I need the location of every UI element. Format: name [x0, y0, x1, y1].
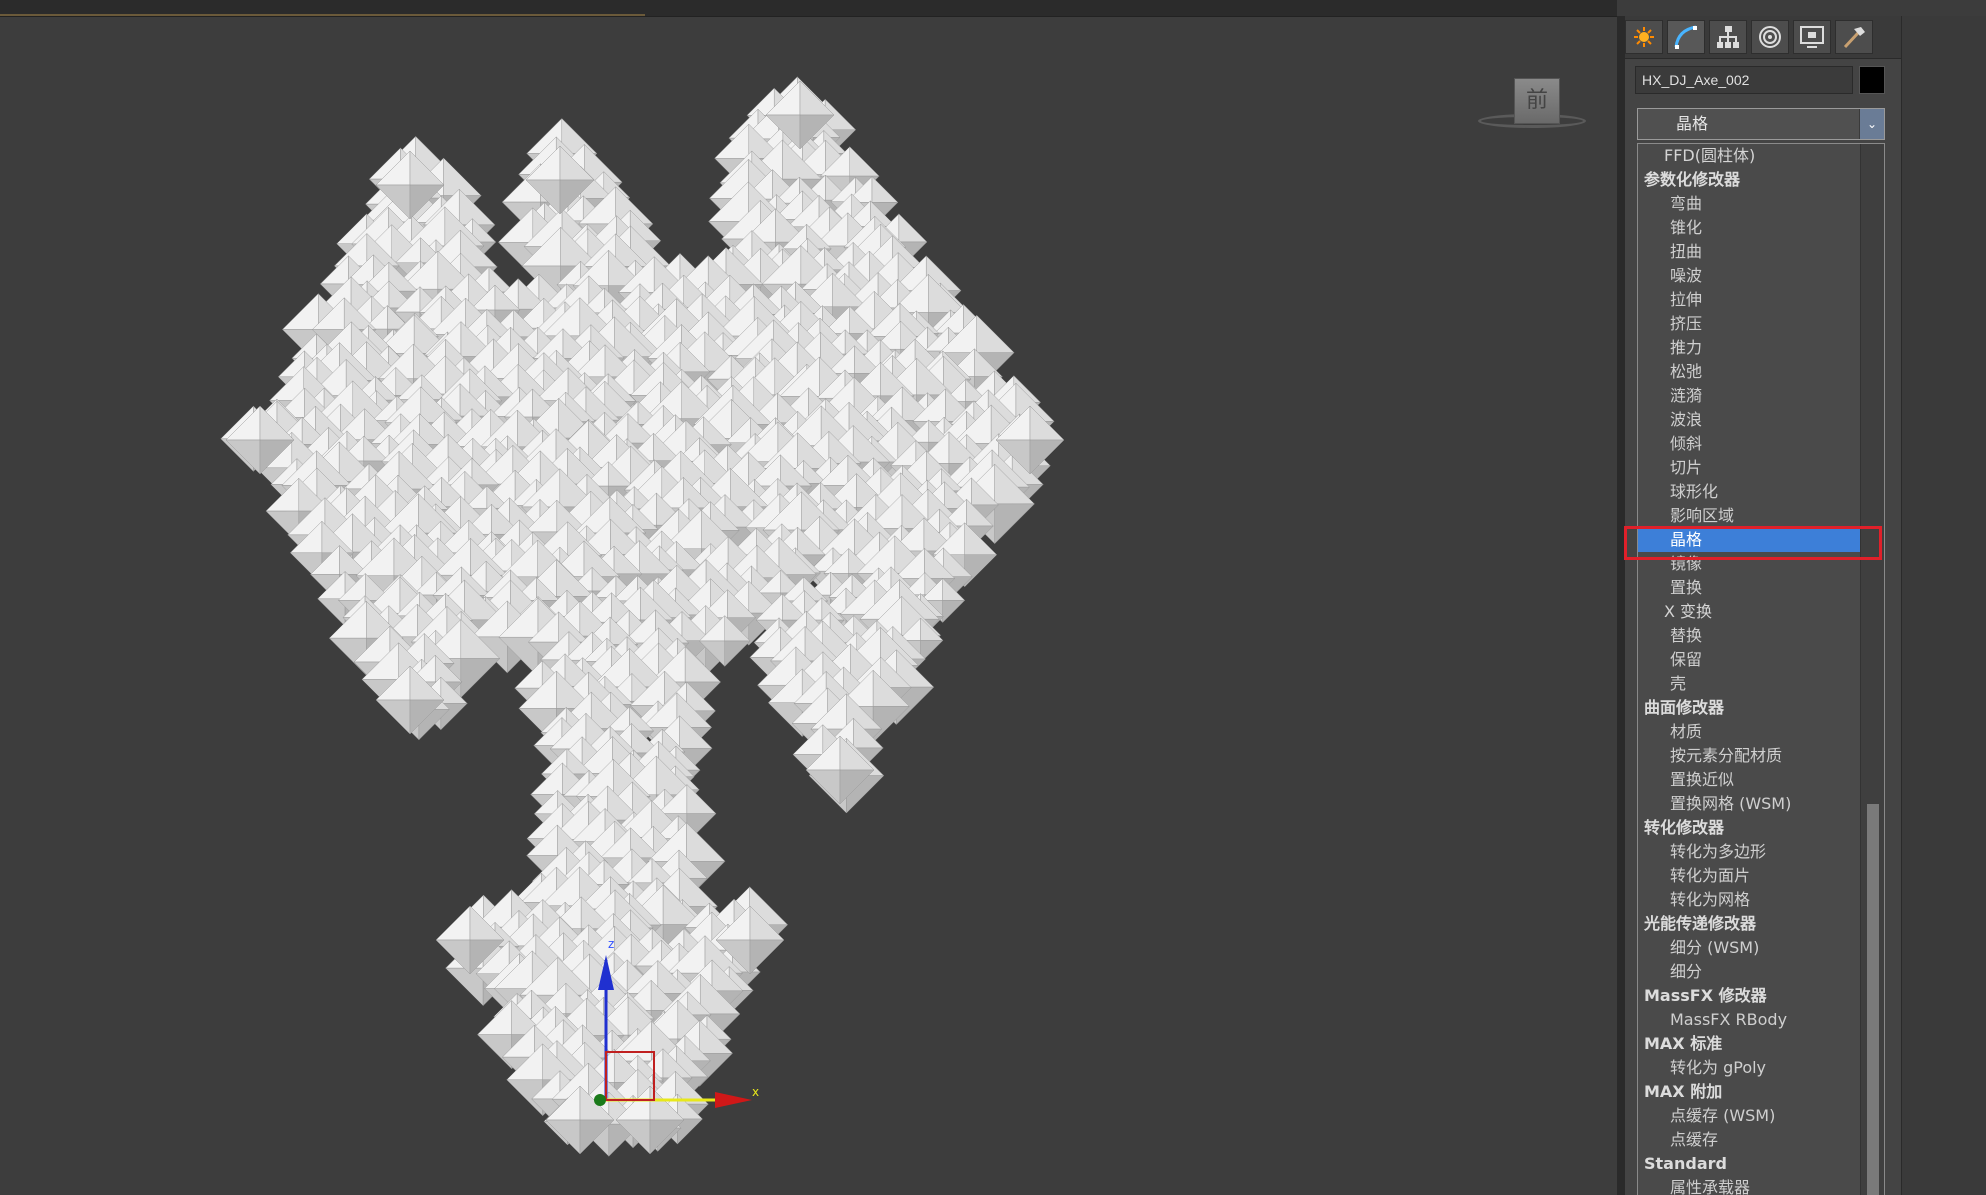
- tab-display[interactable]: [1793, 20, 1831, 54]
- modifier-item[interactable]: 置换网格 (WSM): [1638, 792, 1884, 816]
- z-axis-label: z: [608, 937, 614, 951]
- display-icon: [1800, 26, 1824, 48]
- modifier-list-dropdown[interactable]: 晶格 ⌄: [1637, 108, 1885, 140]
- modifier-item[interactable]: X 变换: [1638, 600, 1884, 624]
- list-scrollbar[interactable]: [1860, 144, 1884, 1195]
- modifier-item[interactable]: 壳: [1638, 672, 1884, 696]
- create-icon: [1634, 27, 1654, 47]
- modifier-item[interactable]: 转化为多边形: [1638, 840, 1884, 864]
- x-axis-arrow[interactable]: [715, 1092, 752, 1108]
- utilities-icon: [1843, 27, 1865, 49]
- modifier-item[interactable]: 噪波: [1638, 264, 1884, 288]
- modifier-category: Standard: [1644, 1154, 1727, 1173]
- tab-motion[interactable]: [1751, 20, 1789, 54]
- modifier-item[interactable]: 转化为面片: [1638, 864, 1884, 888]
- tab-utilities[interactable]: [1835, 20, 1873, 54]
- object-name-field[interactable]: HX_DJ_Axe_002: [1635, 66, 1853, 94]
- modifier-category: 参数化修改器: [1644, 170, 1741, 189]
- modifier-item[interactable]: 波浪: [1638, 408, 1884, 432]
- viewcube-front-face[interactable]: 前: [1514, 78, 1560, 124]
- modify-icon: [1674, 25, 1697, 49]
- modifier-category: MAX 标准: [1644, 1034, 1723, 1053]
- x-axis-label: x: [752, 1085, 759, 1099]
- hierarchy-icon: [1717, 26, 1739, 48]
- modifier-item[interactable]: 细分: [1638, 960, 1884, 984]
- modifier-item[interactable]: MassFX RBody: [1638, 1008, 1884, 1032]
- motion-icon: [1759, 26, 1781, 48]
- viewcube[interactable]: 前: [1478, 74, 1590, 136]
- modifier-item[interactable]: 推力: [1638, 336, 1884, 360]
- modifier-item[interactable]: 晶格: [1638, 528, 1884, 552]
- modifier-list[interactable]: FFD(圆柱体) 参数化修改器弯曲 锥化 扭曲 噪波 拉伸 挤压 推力 松弛 涟漪 波浪 倾斜 切片 球形…: [1637, 143, 1885, 1195]
- modifier-item[interactable]: 拉伸: [1638, 288, 1884, 312]
- command-panel-tabs: [1625, 16, 1901, 59]
- modifier-item[interactable]: 置换近似: [1638, 768, 1884, 792]
- modifier-item[interactable]: 松弛: [1638, 360, 1884, 384]
- modifier-item[interactable]: 扭曲: [1638, 240, 1884, 264]
- modifier-category: 转化修改器: [1644, 818, 1725, 837]
- right-side-panel: [1901, 16, 1986, 1195]
- tab-hierarchy[interactable]: [1709, 20, 1747, 54]
- chevron-down-icon[interactable]: ⌄: [1859, 109, 1884, 139]
- modifier-item[interactable]: 材质: [1638, 720, 1884, 744]
- panel-divider[interactable]: [1617, 16, 1625, 1195]
- modifier-item[interactable]: 涟漪: [1638, 384, 1884, 408]
- modifier-item[interactable]: 保留: [1638, 648, 1884, 672]
- modifier-item[interactable]: 细分 (WSM): [1638, 936, 1884, 960]
- modifier-item[interactable]: 按元素分配材质: [1638, 744, 1884, 768]
- modifier-item[interactable]: 锥化: [1638, 216, 1884, 240]
- dropdown-selected-value: 晶格: [1676, 114, 1709, 133]
- modifier-category: 光能传递修改器: [1644, 914, 1757, 933]
- object-color-swatch[interactable]: [1859, 66, 1885, 94]
- modifier-item[interactable]: 挤压: [1638, 312, 1884, 336]
- modifier-item[interactable]: 属性承载器: [1638, 1176, 1884, 1195]
- modifier-item[interactable]: 弯曲: [1638, 192, 1884, 216]
- tab-modify[interactable]: [1667, 20, 1705, 54]
- modifier-item[interactable]: 点缓存 (WSM): [1638, 1104, 1884, 1128]
- modifier-item[interactable]: 镜像: [1638, 552, 1884, 576]
- axe-lattice-model[interactable]: z x: [0, 0, 1617, 1195]
- modifier-item[interactable]: 替换: [1638, 624, 1884, 648]
- modifier-item[interactable]: 切片: [1638, 456, 1884, 480]
- modifier-item[interactable]: 球形化: [1638, 480, 1884, 504]
- modifier-item[interactable]: 置换: [1638, 576, 1884, 600]
- tab-create[interactable]: [1625, 20, 1663, 54]
- modifier-item[interactable]: 转化为网格: [1638, 888, 1884, 912]
- modifier-category: MassFX 修改器: [1644, 986, 1767, 1005]
- modifier-item[interactable]: FFD(圆柱体): [1638, 144, 1884, 168]
- modifier-item[interactable]: 影响区域: [1638, 504, 1884, 528]
- command-panel: HX_DJ_Axe_002 晶格 ⌄ FFD(圆柱体) 参数化修改器弯曲 锥化 扭曲噪…: [1625, 16, 1901, 1195]
- list-scrollbar-thumb[interactable]: [1867, 804, 1879, 1195]
- modifier-item[interactable]: 转化为 gPoly: [1638, 1056, 1884, 1080]
- modifier-category: MAX 附加: [1644, 1082, 1723, 1101]
- pivot-point: [594, 1094, 606, 1106]
- viewport[interactable]: z x 前: [0, 0, 1617, 1195]
- modifier-item[interactable]: 倾斜: [1638, 432, 1884, 456]
- modifier-item[interactable]: 点缓存: [1638, 1128, 1884, 1152]
- modifier-category: 曲面修改器: [1644, 698, 1725, 717]
